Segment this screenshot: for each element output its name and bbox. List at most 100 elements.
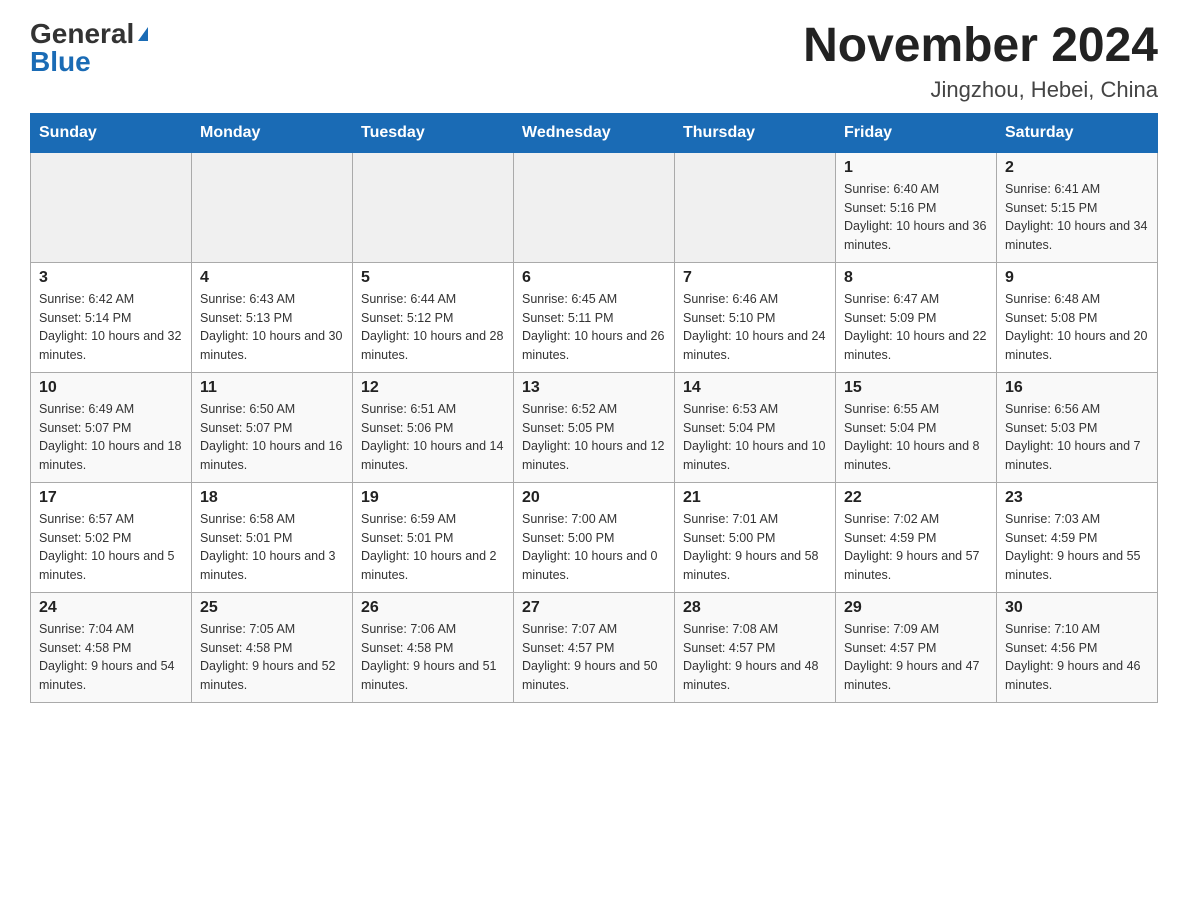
calendar-cell: 10Sunrise: 6:49 AMSunset: 5:07 PMDayligh… [31,372,192,482]
day-number: 18 [200,489,344,507]
day-info: Sunrise: 7:01 AMSunset: 5:00 PMDaylight:… [683,510,827,585]
logo: General Blue [30,20,148,76]
day-number: 15 [844,379,988,397]
calendar-cell: 15 Sunrise: 6:55 AMSunset: 5:04 PMDayligh… [836,372,997,482]
calendar-cell: 24 Sunrise: 7:04 AMSunset: 4:58 PMDayligh… [31,592,192,702]
calendar-cell: 13 Sunrise: 6:52 AMSunset: 5:05 PMDayligh… [514,372,675,482]
calendar-cell: 23 Sunrise: 7:03 AMSunset: 4:59 PMDayligh… [997,482,1158,592]
day-info: Sunrise: 7:09 AMSunset: 4:57 PMDaylight:… [844,620,988,695]
day-info: Sunrise: 6:44 AMSunset: 5:12 PMDaylight:… [361,290,505,365]
day-info: Sunrise: 6:47 AMSunset: 5:09 PMDaylight:… [844,290,988,365]
weekday-header-tuesday: Tuesday [353,113,514,152]
calendar-cell: 17 Sunrise: 6:57 AMSunset: 5:02 PMDayligh… [31,482,192,592]
calendar-table: SundayMondayTuesdayWednesdayThursdayFrid… [30,113,1158,703]
calendar-cell [675,152,836,262]
day-info: Sunrise: 7:00 AMSunset: 5:00 PMDaylight:… [522,510,666,585]
day-number: 29 [844,599,988,617]
calendar-cell: 6Sunrise: 6:45 AMSunset: 5:11 PMDaylight… [514,262,675,372]
day-info: Sunrise: 7:10 AMSunset: 4:56 PMDaylight:… [1005,620,1149,695]
day-info: Sunrise: 6:50 AMSunset: 5:07 PMDaylight:… [200,400,344,475]
calendar-cell: 27 Sunrise: 7:07 AMSunset: 4:57 PMDayligh… [514,592,675,702]
calendar-cell: 12 Sunrise: 6:51 AMSunset: 5:06 PMDayligh… [353,372,514,482]
day-info: Sunrise: 6:58 AMSunset: 5:01 PMDaylight:… [200,510,344,585]
calendar-cell: 2Sunrise: 6:41 AMSunset: 5:15 PMDaylight… [997,152,1158,262]
day-info: Sunrise: 6:56 AMSunset: 5:03 PMDaylight:… [1005,400,1149,475]
day-number: 19 [361,489,505,507]
calendar-cell: 30 Sunrise: 7:10 AMSunset: 4:56 PMDayligh… [997,592,1158,702]
day-number: 28 [683,599,827,617]
calendar-week-row: 1 Sunrise: 6:40 AMSunset: 5:16 PMDaylight… [31,152,1158,262]
weekday-header-thursday: Thursday [675,113,836,152]
day-info: Sunrise: 6:48 AMSunset: 5:08 PMDaylight:… [1005,290,1149,365]
calendar-cell: 4Sunrise: 6:43 AMSunset: 5:13 PMDaylight… [192,262,353,372]
weekday-header-wednesday: Wednesday [514,113,675,152]
calendar-cell: 28 Sunrise: 7:08 AMSunset: 4:57 PMDayligh… [675,592,836,702]
calendar-week-row: 3 Sunrise: 6:42 AMSunset: 5:14 PMDaylight… [31,262,1158,372]
day-number: 7 [683,269,827,287]
day-info: Sunrise: 7:02 AMSunset: 4:59 PMDaylight:… [844,510,988,585]
day-number: 27 [522,599,666,617]
day-number: 23 [1005,489,1149,507]
month-title: November 2024 [803,20,1158,73]
day-number: 26 [361,599,505,617]
day-number: 8 [844,269,988,287]
calendar-week-row: 10Sunrise: 6:49 AMSunset: 5:07 PMDayligh… [31,372,1158,482]
day-number: 16 [1005,379,1149,397]
day-number: 11 [200,379,344,397]
calendar-cell: 1 Sunrise: 6:40 AMSunset: 5:16 PMDaylight… [836,152,997,262]
day-number: 14 [683,379,827,397]
weekday-header-sunday: Sunday [31,113,192,152]
calendar-cell: 20Sunrise: 7:00 AMSunset: 5:00 PMDayligh… [514,482,675,592]
logo-general-text: General [30,20,134,48]
calendar-cell: 18 Sunrise: 6:58 AMSunset: 5:01 PMDayligh… [192,482,353,592]
day-info: Sunrise: 6:53 AMSunset: 5:04 PMDaylight:… [683,400,827,475]
day-info: Sunrise: 6:46 AMSunset: 5:10 PMDaylight:… [683,290,827,365]
day-number: 2 [1005,159,1149,177]
weekday-header-monday: Monday [192,113,353,152]
calendar-cell: 7 Sunrise: 6:46 AMSunset: 5:10 PMDaylight… [675,262,836,372]
calendar-cell [353,152,514,262]
calendar-cell: 19 Sunrise: 6:59 AMSunset: 5:01 PMDayligh… [353,482,514,592]
day-number: 30 [1005,599,1149,617]
day-number: 25 [200,599,344,617]
calendar-cell [31,152,192,262]
day-info: Sunrise: 7:05 AMSunset: 4:58 PMDaylight:… [200,620,344,695]
location-title: Jingzhou, Hebei, China [803,77,1158,103]
day-number: 3 [39,269,183,287]
day-number: 9 [1005,269,1149,287]
logo-blue-text: Blue [30,48,91,76]
day-info: Sunrise: 6:52 AMSunset: 5:05 PMDaylight:… [522,400,666,475]
day-info: Sunrise: 6:57 AMSunset: 5:02 PMDaylight:… [39,510,183,585]
day-info: Sunrise: 7:07 AMSunset: 4:57 PMDaylight:… [522,620,666,695]
calendar-cell: 3 Sunrise: 6:42 AMSunset: 5:14 PMDaylight… [31,262,192,372]
calendar-cell: 5 Sunrise: 6:44 AMSunset: 5:12 PMDaylight… [353,262,514,372]
calendar-week-row: 17 Sunrise: 6:57 AMSunset: 5:02 PMDayligh… [31,482,1158,592]
day-number: 21 [683,489,827,507]
calendar-cell [192,152,353,262]
day-info: Sunrise: 6:42 AMSunset: 5:14 PMDaylight:… [39,290,183,365]
day-info: Sunrise: 7:03 AMSunset: 4:59 PMDaylight:… [1005,510,1149,585]
day-number: 17 [39,489,183,507]
day-number: 1 [844,159,988,177]
day-info: Sunrise: 7:08 AMSunset: 4:57 PMDaylight:… [683,620,827,695]
day-info: Sunrise: 6:45 AMSunset: 5:11 PMDaylight:… [522,290,666,365]
day-info: Sunrise: 7:04 AMSunset: 4:58 PMDaylight:… [39,620,183,695]
day-info: Sunrise: 6:49 AMSunset: 5:07 PMDaylight:… [39,400,183,475]
day-number: 22 [844,489,988,507]
day-info: Sunrise: 7:06 AMSunset: 4:58 PMDaylight:… [361,620,505,695]
day-info: Sunrise: 6:40 AMSunset: 5:16 PMDaylight:… [844,180,988,255]
day-info: Sunrise: 6:43 AMSunset: 5:13 PMDaylight:… [200,290,344,365]
calendar-cell [514,152,675,262]
header: General Blue November 2024 Jingzhou, Heb… [30,20,1158,103]
day-info: Sunrise: 6:55 AMSunset: 5:04 PMDaylight:… [844,400,988,475]
day-number: 24 [39,599,183,617]
day-info: Sunrise: 6:51 AMSunset: 5:06 PMDaylight:… [361,400,505,475]
weekday-header-friday: Friday [836,113,997,152]
day-number: 5 [361,269,505,287]
day-number: 12 [361,379,505,397]
calendar-cell: 16 Sunrise: 6:56 AMSunset: 5:03 PMDayligh… [997,372,1158,482]
day-number: 13 [522,379,666,397]
calendar-cell: 26 Sunrise: 7:06 AMSunset: 4:58 PMDayligh… [353,592,514,702]
calendar-cell: 25 Sunrise: 7:05 AMSunset: 4:58 PMDayligh… [192,592,353,702]
day-info: Sunrise: 6:59 AMSunset: 5:01 PMDaylight:… [361,510,505,585]
